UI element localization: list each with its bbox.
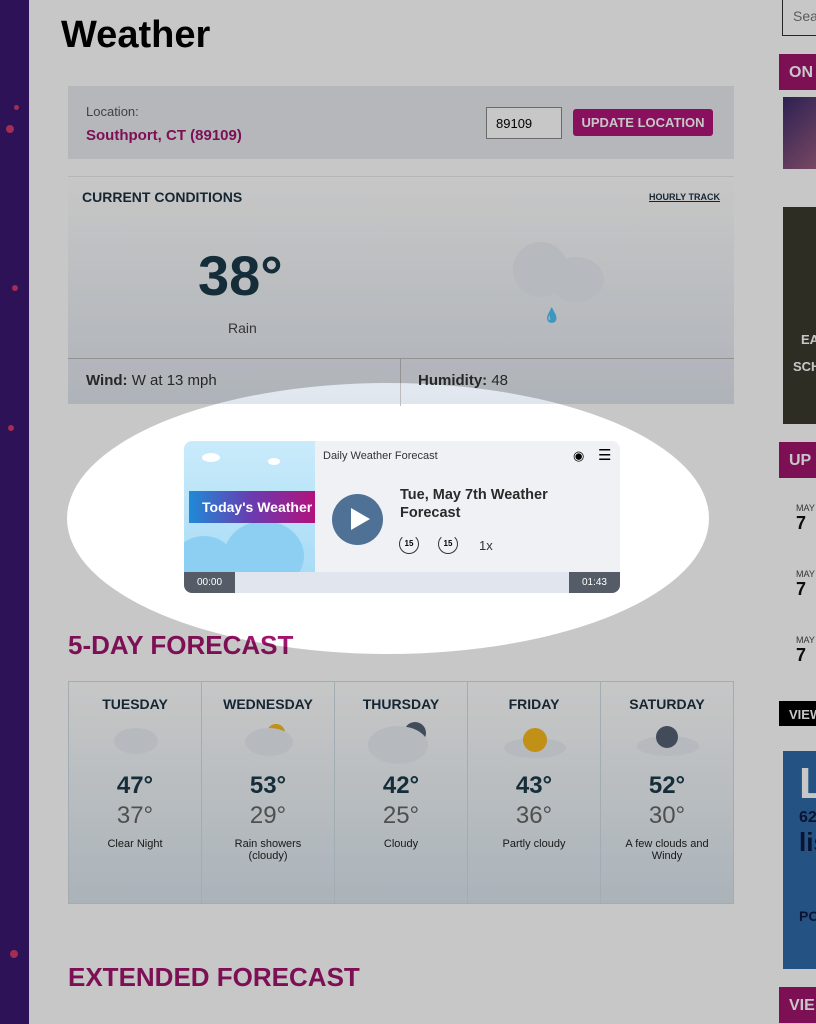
- location-label: Location:: [86, 104, 139, 119]
- humidity-label: Humidity:: [418, 372, 488, 389]
- day-high: 53°: [249, 772, 287, 799]
- episode-title: Tue, May 7th Weather Forecast: [400, 487, 548, 521]
- elapsed-time: 00:00: [184, 572, 236, 593]
- search-input[interactable]: [782, 0, 816, 36]
- ad-text: 62: [799, 809, 816, 826]
- current-temp: 38°: [198, 244, 283, 307]
- five-day-forecast: TUESDAY 47° 37° Clear Night WEDNESDAY 53° 29°…: [68, 681, 734, 904]
- day-low: 29°: [249, 802, 287, 829]
- ad-text: PO: [799, 908, 816, 924]
- ad-text: lis: [799, 827, 816, 857]
- current-condition: Rain: [228, 320, 257, 336]
- day-condition: Partly cloudy: [502, 838, 566, 850]
- day-condition: Rain showers (cloudy): [234, 838, 302, 862]
- day-low: 37°: [116, 802, 154, 829]
- day-low: 30°: [648, 802, 686, 829]
- day-name: TUESDAY: [102, 696, 168, 712]
- forecast-day: TUESDAY 47° 37° Clear Night: [69, 682, 202, 903]
- day-low: 25°: [382, 802, 420, 829]
- on-air-header: ON: [779, 54, 816, 90]
- event-date[interactable]: MAY 7: [796, 569, 815, 600]
- event-date[interactable]: MAY 7: [796, 635, 815, 666]
- rain-cloud-icon: 💧: [508, 232, 608, 332]
- windy-night-icon: [637, 722, 699, 764]
- page-title: Weather: [61, 14, 211, 56]
- video-header: VIE: [779, 987, 816, 1023]
- day-high: 42°: [382, 772, 420, 799]
- upcoming-header: UP: [779, 442, 816, 478]
- current-conditions: CURRENT CONDITIONS HOURLY TRACK 38° Rain…: [68, 176, 734, 406]
- menu-icon[interactable]: ☰: [598, 446, 611, 464]
- speed-button[interactable]: 1x: [479, 538, 493, 553]
- duration-time: 01:43: [568, 572, 620, 593]
- wind-label: Wind:: [86, 372, 128, 389]
- update-location-button[interactable]: UPDATE LOCATION: [573, 109, 713, 136]
- day-condition: A few clouds and Windy: [625, 838, 709, 862]
- ad-banner-2[interactable]: L 62 lis PO: [783, 751, 816, 969]
- event-date[interactable]: MAY 7: [796, 503, 815, 534]
- conditions-row: Wind: W at 13 mph Humidity: 48: [68, 358, 734, 406]
- cloudy-icon: [368, 722, 428, 764]
- ad-text: SCH: [793, 359, 816, 374]
- hourly-track-link[interactable]: HOURLY TRACK: [649, 192, 720, 202]
- partly-cloudy-icon: [504, 722, 566, 764]
- zip-input[interactable]: [486, 107, 562, 139]
- forecast-day: FRIDAY 43° 36° Partly cloudy: [468, 682, 601, 903]
- progress-bar[interactable]: 00:00 01:43: [184, 572, 620, 593]
- day-condition: Clear Night: [107, 838, 163, 850]
- day-high: 52°: [648, 772, 686, 799]
- day-name: WEDNESDAY: [223, 696, 313, 712]
- day-name: THURSDAY: [362, 696, 440, 712]
- podcast-artwork: Today's Weather: [184, 441, 315, 591]
- day-condition: Cloudy: [383, 838, 419, 850]
- current-title: CURRENT CONDITIONS: [82, 189, 243, 205]
- day-high: 47°: [116, 772, 154, 799]
- day-name: FRIDAY: [508, 696, 560, 712]
- skip-back-button[interactable]: 15: [399, 534, 419, 554]
- forecast-day: THURSDAY 42° 25° Cloudy: [335, 682, 468, 903]
- decorative-left-bar: [0, 0, 29, 1024]
- forecast-title: 5-DAY FORECAST: [68, 630, 294, 660]
- play-button[interactable]: [332, 494, 383, 545]
- ad-text: L: [799, 759, 816, 808]
- location-panel: Location: Southport, CT (89109) UPDATE L…: [68, 86, 734, 159]
- on-air-image[interactable]: [783, 97, 816, 169]
- ad-text: EA: [801, 332, 816, 347]
- podcast-player: Today's Weather Daily Weather Forecast ◉…: [184, 441, 620, 593]
- view-all-button[interactable]: VIEW: [779, 701, 816, 726]
- day-name: SATURDAY: [629, 696, 705, 712]
- artwork-banner: Today's Weather: [189, 491, 315, 523]
- day-high: 43°: [515, 772, 553, 799]
- sun-rain-icon: [243, 722, 293, 764]
- humidity-value: 48: [491, 372, 509, 389]
- right-sidebar: ON EA SCH UP MAY7 MAY7 MAY7 VIEW L 62 li…: [778, 0, 816, 1024]
- location-value: Southport, CT (89109): [86, 127, 242, 144]
- cloudy-night-icon: [110, 722, 160, 764]
- day-low: 36°: [515, 802, 553, 829]
- forecast-day: WEDNESDAY 53° 29° Rain showers (cloudy): [202, 682, 335, 903]
- forecast-day: SATURDAY 52° 30° A few clouds and Windy: [601, 682, 733, 903]
- podcast-icon[interactable]: ◉: [573, 448, 584, 464]
- show-title: Daily Weather Forecast: [323, 450, 438, 462]
- wind-value: W at 13 mph: [131, 372, 217, 389]
- ad-banner[interactable]: EA SCH: [783, 207, 816, 424]
- extended-forecast-title: EXTENDED FORECAST: [68, 962, 360, 992]
- skip-forward-button[interactable]: 15: [438, 534, 458, 554]
